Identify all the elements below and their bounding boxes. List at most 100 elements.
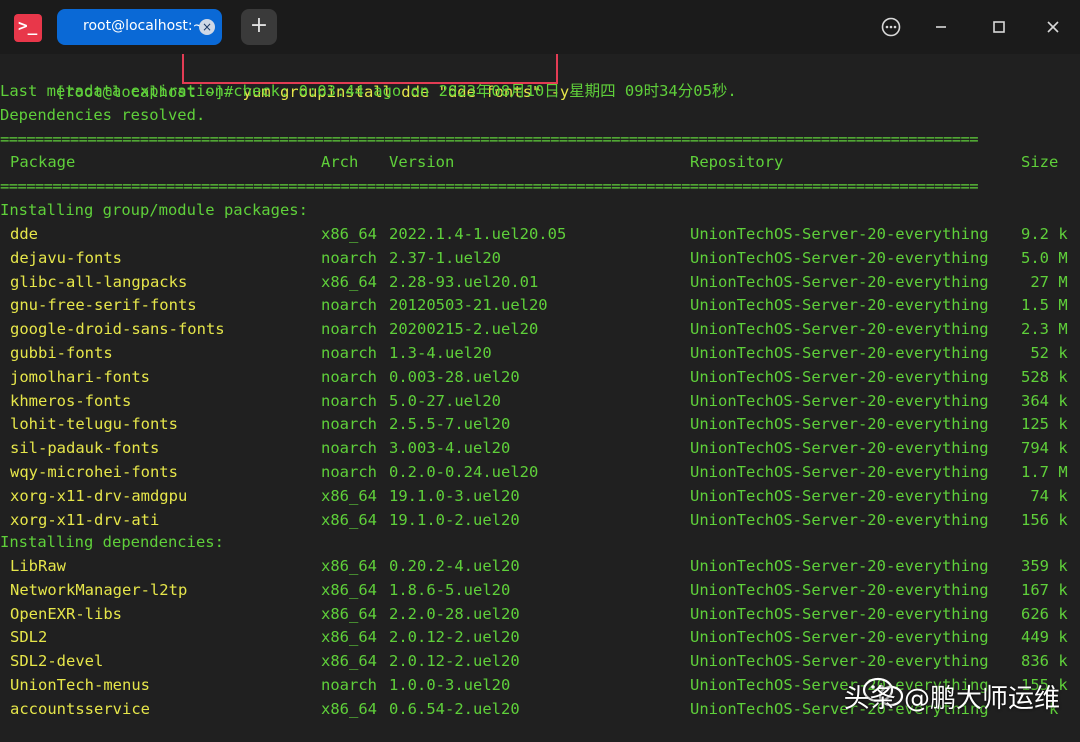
package-name: SDL2-devel — [10, 652, 104, 671]
package-version: 20120503-21.uel20 — [389, 296, 548, 315]
package-arch: noarch — [321, 391, 377, 410]
header-size: Size — [1021, 153, 1059, 171]
package-name: xorg-x11-drv-ati — [10, 510, 160, 529]
package-name: google-droid-sans-fonts — [10, 320, 225, 339]
header-arch: Arch — [321, 153, 359, 171]
table-row: jomolhari-fonts noarch 0.003-28.uel20 Union… — [0, 365, 1080, 389]
package-repository: UnionTechOS-Server-20-everything — [690, 557, 989, 575]
package-repository: UnionTechOS-Server-20-everything — [690, 272, 989, 291]
package-name: OpenEXR-libs — [10, 604, 122, 623]
divider-rule: ========================================… — [0, 130, 979, 148]
package-name: UnionTech-menus — [10, 676, 150, 694]
package-repository: UnionTechOS-Server-20-everything — [690, 580, 989, 599]
table-row: SDL2-devel x86_64 2.0.12-2.uel20 UnionTechO… — [0, 649, 1080, 673]
table-row: lohit-telugu-fonts noarch 2.5.5-7.uel20 Uni… — [0, 412, 1080, 436]
package-repository: UnionTechOS-Server-20-everything — [690, 652, 989, 671]
divider-rule: ========================================… — [0, 177, 979, 195]
package-name: LibRaw — [10, 557, 66, 575]
package-version: 2.2.0-28.uel20 — [389, 604, 520, 623]
terminal-logo-icon: >_ — [14, 14, 42, 42]
table-row: xorg-x11-drv-ati x86_64 19.1.0-2.uel20 Unio… — [0, 508, 1080, 532]
tab-title: root@localhost:~ — [83, 18, 205, 34]
package-version: 1.0.0-3.uel20 — [389, 676, 511, 694]
package-version: 0.003-28.uel20 — [389, 367, 520, 386]
package-name: xorg-x11-drv-amdgpu — [10, 486, 188, 505]
package-name: SDL2 — [10, 628, 48, 647]
package-repository: UnionTechOS-Server-20-everything — [690, 439, 989, 458]
package-version: 20200215-2.uel20 — [389, 320, 539, 339]
package-version: 2.5.5-7.uel20 — [389, 415, 511, 434]
more-options-icon[interactable] — [876, 12, 906, 42]
maximize-icon[interactable] — [984, 12, 1014, 42]
terminal-output[interactable]: [root@localhost ~]# yum groupinstall dde… — [0, 54, 1080, 742]
package-name: glibc-all-langpacks — [10, 272, 188, 291]
package-arch: x86_64 — [321, 580, 377, 599]
table-row: xorg-x11-drv-amdgpu x86_64 19.1.0-3.uel20 U… — [0, 484, 1080, 508]
minimize-icon[interactable] — [926, 12, 956, 42]
package-size: 449 k — [1021, 628, 1068, 647]
package-size: 52 k — [1021, 344, 1068, 362]
package-size: 364 k — [1021, 391, 1068, 410]
header-version: Version — [389, 153, 455, 171]
package-size: 167 k — [1021, 580, 1068, 599]
package-name: lohit-telugu-fonts — [10, 415, 178, 434]
close-window-icon[interactable] — [1038, 12, 1068, 42]
tab-root-localhost[interactable]: root@localhost:~ × — [57, 9, 222, 45]
package-arch: x86_64 — [321, 225, 377, 243]
package-arch: x86_64 — [321, 604, 377, 623]
table-row: SDL2 x86_64 2.0.12-2.uel20 UnionTechOS-Serv… — [0, 625, 1080, 649]
package-name: sil-padauk-fonts — [10, 439, 160, 458]
package-repository: UnionTechOS-Server-20-everything — [690, 510, 989, 529]
package-name: dejavu-fonts — [10, 248, 122, 267]
table-header: Package Arch Version Repository Size — [0, 150, 1080, 174]
new-tab-button[interactable]: + — [241, 9, 277, 45]
package-arch: noarch — [321, 248, 377, 267]
package-version: 2.37-1.uel20 — [389, 248, 501, 267]
table-row: wqy-microhei-fonts noarch 0.2.0-0.24.uel20… — [0, 460, 1080, 484]
package-version: 3.003-4.uel20 — [389, 439, 511, 458]
package-arch: x86_64 — [321, 628, 377, 647]
package-version: 1.3-4.uel20 — [389, 344, 492, 362]
package-size: 794 k — [1021, 439, 1068, 458]
table-row: gnu-free-serif-fonts noarch 20120503-21.ue… — [0, 293, 1080, 317]
section-dependencies: Installing dependencies: — [0, 533, 224, 551]
table-row: NetworkManager-l2tp x86_64 1.8.6-5.uel20 Un… — [0, 578, 1080, 602]
table-row: google-droid-sans-fonts noarch 20200215-2.… — [0, 317, 1080, 341]
package-arch: x86_64 — [321, 699, 377, 718]
package-arch: noarch — [321, 463, 377, 481]
package-name: jomolhari-fonts — [10, 367, 150, 386]
package-arch: x86_64 — [321, 652, 377, 671]
package-size: 1.7 M — [1021, 463, 1068, 481]
package-arch: noarch — [321, 344, 377, 362]
package-size: 836 k — [1021, 652, 1068, 671]
package-name: wqy-microhei-fonts — [10, 463, 178, 481]
tab-close-icon[interactable]: × — [199, 19, 215, 35]
table-row: gubbi-fonts noarch 1.3-4.uel20 UnionTechOS-… — [0, 341, 1080, 365]
package-size: 27 M — [1021, 272, 1068, 291]
deps-resolved-line: Dependencies resolved. — [0, 106, 206, 124]
package-repository: UnionTechOS-Server-20-everything — [690, 296, 989, 315]
package-version: 0.2.0-0.24.uel20 — [389, 463, 539, 481]
package-name: gubbi-fonts — [10, 344, 113, 362]
package-size: 125 k — [1021, 415, 1068, 434]
header-package: Package — [10, 153, 76, 171]
package-version: 0.6.54-2.uel20 — [389, 699, 520, 718]
package-version: 2022.1.4-1.uel20.05 — [389, 225, 567, 243]
package-repository: UnionTechOS-Server-20-everything — [690, 320, 989, 339]
package-arch: noarch — [321, 367, 377, 386]
table-row: khmeros-fonts noarch 5.0-27.uel20 UnionTech… — [0, 389, 1080, 413]
package-name: accountsservice — [10, 699, 150, 718]
package-version: 19.1.0-3.uel20 — [389, 486, 520, 505]
package-version: 0.20.2-4.uel20 — [389, 557, 520, 575]
package-repository: UnionTechOS-Server-20-everything — [690, 463, 989, 481]
package-arch: x86_64 — [321, 486, 377, 505]
package-name: dde — [10, 225, 38, 243]
terminal-window: >_ root@localhost:~ × + [root@localhost … — [0, 0, 1080, 742]
package-repository: UnionTechOS-Server-20-everything — [690, 486, 989, 505]
package-version: 19.1.0-2.uel20 — [389, 510, 520, 529]
package-repository: UnionTechOS-Server-20-everything — [690, 367, 989, 386]
package-repository: UnionTechOS-Server-20-everything — [690, 415, 989, 434]
package-version: 2.28-93.uel20.01 — [389, 272, 539, 291]
watermark-text: 头条 @鹏大师运维 — [843, 684, 1060, 714]
package-repository: UnionTechOS-Server-20-everything — [690, 628, 989, 647]
